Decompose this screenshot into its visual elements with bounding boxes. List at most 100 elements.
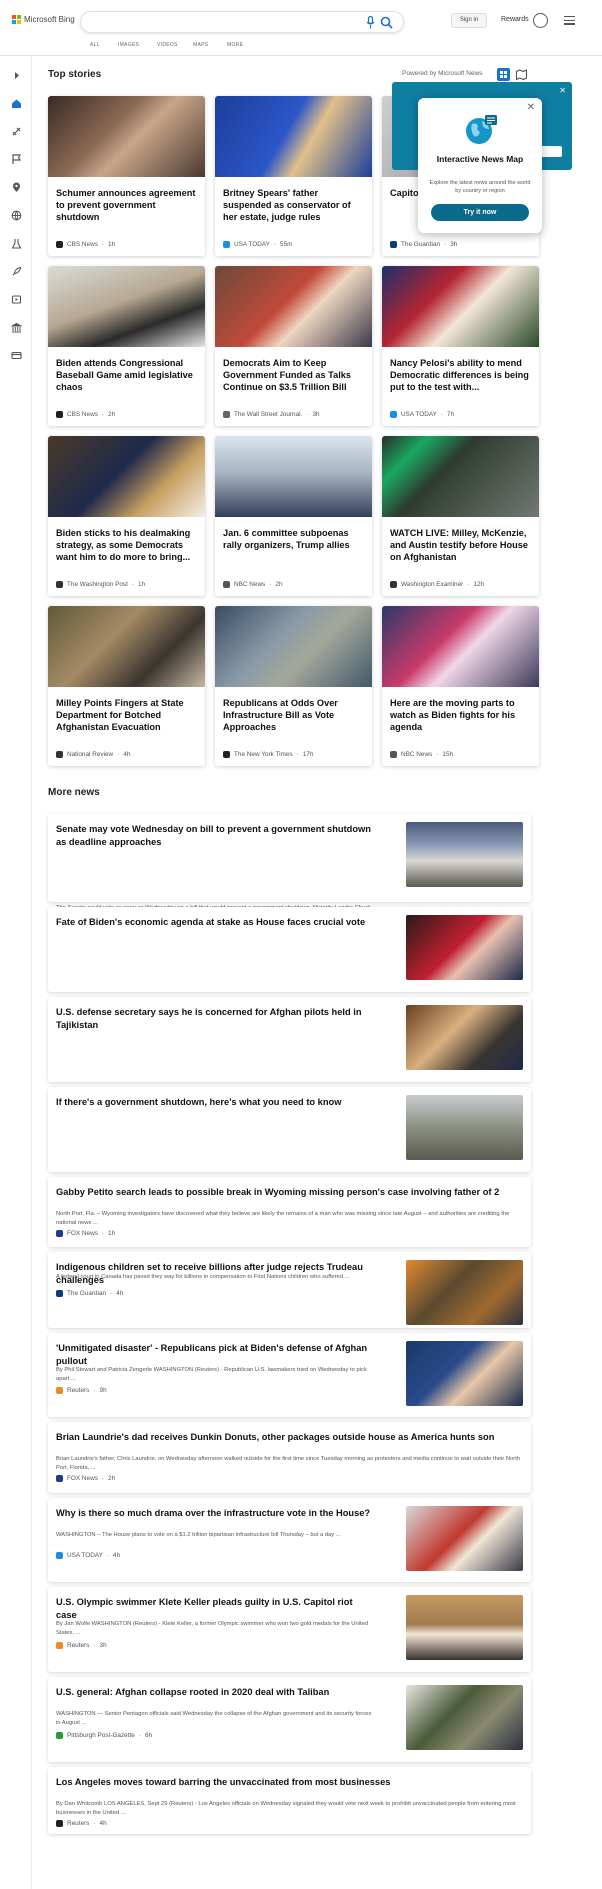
news-title[interactable]: U.S. Olympic swimmer Klete Keller pleads… <box>56 1596 374 1621</box>
banner-close-icon[interactable]: ✕ <box>559 86 566 95</box>
news-thumbnail[interactable] <box>406 1506 523 1571</box>
card-icon[interactable] <box>11 350 22 361</box>
story-title[interactable]: Biden sticks to his dealmaking strategy,… <box>56 527 198 563</box>
news-thumbnail[interactable] <box>406 1341 523 1406</box>
flag-icon[interactable] <box>11 154 22 165</box>
news-thumbnail[interactable] <box>406 1005 523 1070</box>
source-name: FOX News <box>67 1230 98 1237</box>
news-title[interactable]: If there's a government shutdown, here's… <box>56 1096 374 1109</box>
news-list-item[interactable]: Fate of Biden's economic agenda at stake… <box>48 907 531 1038</box>
news-thumbnail[interactable] <box>406 1685 523 1750</box>
news-time: 1h <box>108 1230 116 1237</box>
story-image[interactable] <box>48 266 205 347</box>
science-icon[interactable] <box>11 238 22 249</box>
news-list-item[interactable]: Indigenous children set to receive billi… <box>48 1252 531 1328</box>
story-title[interactable]: Here are the moving parts to watch as Bi… <box>390 697 532 733</box>
news-list-item[interactable]: Senate may vote Wednesday on bill to pre… <box>48 814 531 936</box>
news-thumbnail[interactable] <box>406 822 523 887</box>
news-list-item[interactable]: Brian Laundrie's dad receives Dunkin Don… <box>48 1422 531 1493</box>
story-title[interactable]: Democrats Aim to Keep Government Funded … <box>223 357 365 393</box>
story-title[interactable]: Milley Points Fingers at State Departmen… <box>56 697 198 733</box>
story-title[interactable]: Biden attends Congressional Baseball Gam… <box>56 357 198 393</box>
story-image[interactable] <box>382 436 539 517</box>
news-list-item[interactable]: U.S. Olympic swimmer Klete Keller pleads… <box>48 1587 531 1672</box>
news-list-item[interactable]: Gabby Petito search leads to possible br… <box>48 1177 531 1247</box>
story-title[interactable]: Nancy Pelosi's ability to mend Democrati… <box>390 357 532 393</box>
story-card[interactable]: Nancy Pelosi's ability to mend Democrati… <box>382 266 539 426</box>
home-icon[interactable] <box>11 98 22 109</box>
rewards-link[interactable]: Rewards <box>501 16 529 23</box>
globe-icon[interactable] <box>11 210 22 221</box>
map-view-icon[interactable] <box>515 68 528 81</box>
nav-maps[interactable]: MAPS <box>193 42 208 48</box>
story-card[interactable]: Britney Spears' father suspended as cons… <box>215 96 372 256</box>
search-icon[interactable] <box>380 16 393 29</box>
news-title[interactable]: Fate of Biden's economic agenda at stake… <box>56 916 374 929</box>
nav-images[interactable]: IMAGES <box>118 42 139 48</box>
money-icon[interactable] <box>11 322 22 333</box>
story-card[interactable]: Here are the moving parts to watch as Bi… <box>382 606 539 766</box>
source-logo-icon <box>223 751 230 758</box>
nav-videos[interactable]: VIDEOS <box>157 42 178 48</box>
entertainment-icon[interactable] <box>11 294 22 305</box>
story-title[interactable]: Britney Spears' father suspended as cons… <box>223 187 365 223</box>
news-list-item[interactable]: 'Unmitigated disaster' - Republicans pic… <box>48 1333 531 1417</box>
story-card[interactable]: Milley Points Fingers at State Departmen… <box>48 606 205 766</box>
try-it-now-button[interactable]: Try it now <box>431 204 529 221</box>
story-image[interactable] <box>48 606 205 687</box>
story-image[interactable] <box>215 606 372 687</box>
news-thumbnail[interactable] <box>406 1095 523 1160</box>
story-image[interactable] <box>382 266 539 347</box>
story-image[interactable] <box>215 266 372 347</box>
news-list-item[interactable]: U.S. general: Afghan collapse rooted in … <box>48 1677 531 1762</box>
news-list-item[interactable]: Why is there so much drama over the infr… <box>48 1498 531 1582</box>
news-title[interactable]: 'Unmitigated disaster' - Republicans pic… <box>56 1342 374 1367</box>
story-card[interactable]: Biden sticks to his dealmaking strategy,… <box>48 436 205 596</box>
story-source: NBC News · 2h <box>223 581 283 588</box>
news-title[interactable]: Los Angeles moves toward barring the unv… <box>56 1776 522 1789</box>
story-card[interactable]: Democrats Aim to Keep Government Funded … <box>215 266 372 426</box>
expand-icon[interactable] <box>11 70 22 81</box>
news-list-item[interactable]: Los Angeles moves toward barring the unv… <box>48 1767 531 1834</box>
story-card[interactable]: Schumer announces agreement to prevent g… <box>48 96 205 256</box>
menu-icon[interactable] <box>564 16 575 25</box>
microphone-icon[interactable] <box>366 16 375 29</box>
sports-icon[interactable] <box>11 126 22 137</box>
news-title[interactable]: Senate may vote Wednesday on bill to pre… <box>56 823 374 848</box>
news-list-item[interactable]: U.S. defense secretary says he is concer… <box>48 997 531 1128</box>
news-title[interactable]: Gabby Petito search leads to possible br… <box>56 1186 522 1199</box>
news-title[interactable]: Brian Laundrie's dad receives Dunkin Don… <box>56 1431 522 1444</box>
story-card[interactable]: WATCH LIVE: Milley, McKenzie, and Austin… <box>382 436 539 596</box>
news-thumbnail[interactable] <box>406 1595 523 1660</box>
separator: · <box>101 411 105 418</box>
story-card[interactable]: Jan. 6 committee subpoenas rally organiz… <box>215 436 372 596</box>
story-image[interactable] <box>48 436 205 517</box>
grid-view-icon[interactable] <box>497 68 510 81</box>
location-icon[interactable] <box>11 182 22 193</box>
sign-in-button[interactable]: Sign in <box>451 13 487 28</box>
close-icon[interactable]: ✕ <box>527 102 535 113</box>
nav-more[interactable]: MORE <box>227 42 243 48</box>
story-image[interactable] <box>215 96 372 177</box>
story-title[interactable]: WATCH LIVE: Milley, McKenzie, and Austin… <box>390 527 532 563</box>
nav-all[interactable]: ALL <box>90 42 100 48</box>
bing-logo[interactable]: Microsoft Bing <box>12 15 75 24</box>
search-box[interactable] <box>80 11 404 33</box>
rocket-icon[interactable] <box>11 266 22 277</box>
news-thumbnail[interactable] <box>406 915 523 980</box>
news-list-item[interactable]: If there's a government shutdown, here's… <box>48 1087 531 1218</box>
news-title[interactable]: U.S. general: Afghan collapse rooted in … <box>56 1686 374 1699</box>
news-title[interactable]: U.S. defense secretary says he is concer… <box>56 1006 374 1031</box>
story-card[interactable]: Biden attends Congressional Baseball Gam… <box>48 266 205 426</box>
story-image[interactable] <box>48 96 205 177</box>
story-image[interactable] <box>382 606 539 687</box>
news-source: The Guardian · 4h <box>56 1290 123 1297</box>
story-card[interactable]: Republicans at Odds Over Infrastructure … <box>215 606 372 766</box>
story-title[interactable]: Jan. 6 committee subpoenas rally organiz… <box>223 527 365 551</box>
story-title[interactable]: Schumer announces agreement to prevent g… <box>56 187 198 223</box>
rewards-icon[interactable] <box>533 13 548 28</box>
story-title[interactable]: Republicans at Odds Over Infrastructure … <box>223 697 365 733</box>
news-thumbnail[interactable] <box>406 1260 523 1325</box>
story-image[interactable] <box>215 436 372 517</box>
news-title[interactable]: Why is there so much drama over the infr… <box>56 1507 374 1520</box>
